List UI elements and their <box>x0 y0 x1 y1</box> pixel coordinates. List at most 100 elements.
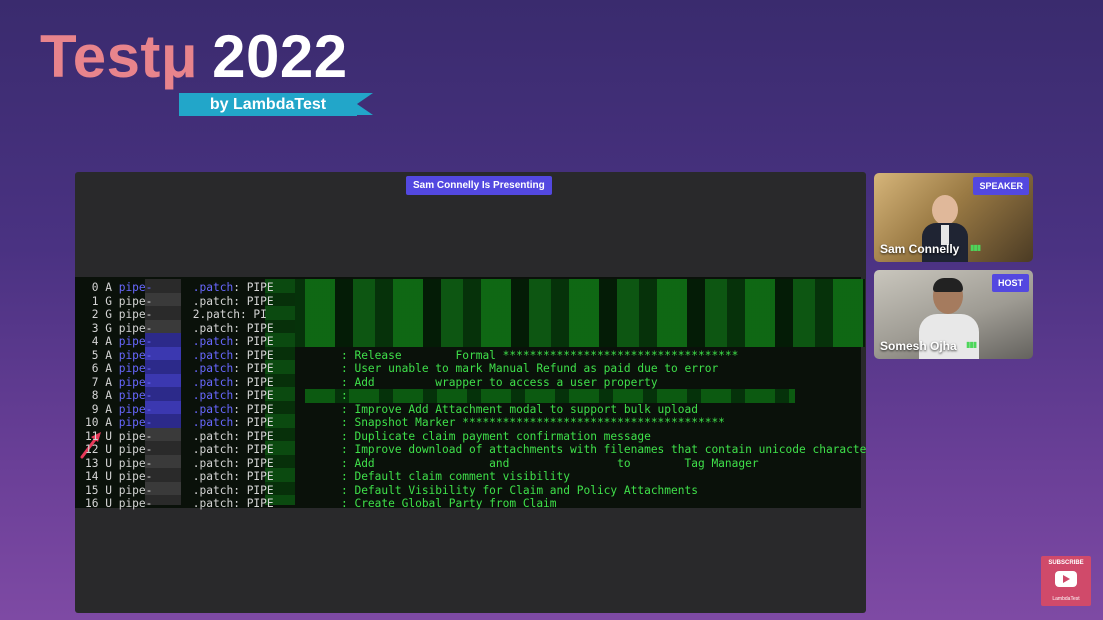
terminal-line: 8 A pipe- .patch: PIPE : <box>85 389 348 403</box>
patch-prefix: pipe- <box>118 389 153 402</box>
patch-tag: : PIPE <box>233 456 274 470</box>
terminal-line: 11 U pipe- .patch: PIPE : Duplicate clai… <box>85 430 651 444</box>
patch-prefix: pipe- <box>118 483 153 497</box>
patch-tag: : PIPE <box>233 402 274 416</box>
line-status: G <box>98 294 119 308</box>
participant-tile-host[interactable]: HOST Somesh Ojha ▮▮▮ <box>874 270 1033 359</box>
line-number: 12 <box>85 443 99 456</box>
patch-tag: : PIPE <box>233 335 274 348</box>
terminal-line: 7 A pipe- .patch: PIPE : Add wrapper to … <box>85 376 658 390</box>
patch-tag: : PIPE <box>233 416 274 429</box>
line-number: 11 <box>85 429 99 443</box>
event-logo: Testμ 2022 by LambdaTest <box>40 22 373 122</box>
patch-description: : Release Formal ***********************… <box>273 348 739 362</box>
line-number: 10 <box>85 416 99 429</box>
patch-description: : Snapshot Marker **********************… <box>273 416 725 429</box>
terminal-line: 4 A pipe- .patch: PIPE <box>85 335 274 349</box>
patch-suffix: .patch <box>152 456 234 470</box>
terminal-line: 6 A pipe- .patch: PIPE : User unable to … <box>85 362 718 376</box>
participant-tile-speaker[interactable]: SPEAKER Sam Connelly ▮▮▮ <box>874 173 1033 262</box>
terminal-line: 10 A pipe- .patch: PIPE : Snapshot Marke… <box>85 416 725 430</box>
patch-tag: : PIPE <box>233 389 274 402</box>
patch-suffix: .patch <box>152 348 234 362</box>
patch-tag: : PIPE <box>233 321 274 335</box>
patch-prefix: pipe- <box>118 443 153 456</box>
patch-tag: : PIPE <box>233 429 274 443</box>
patch-prefix: pipe- <box>118 470 153 483</box>
patch-description: : Add wrapper to access a user property <box>273 375 658 389</box>
subscribe-label: SUBSCRIBE <box>1048 560 1084 566</box>
line-status: G <box>98 321 119 335</box>
patch-suffix: .patch <box>152 429 234 443</box>
line-number: 9 <box>85 402 99 416</box>
line-number: 1 <box>85 294 99 308</box>
line-number: 8 <box>85 389 99 402</box>
channel-name: LambdaTest <box>1052 596 1080 602</box>
patch-description: : Improve Add Attachment modal to suppor… <box>273 402 698 416</box>
patch-suffix: .patch <box>152 362 234 375</box>
patch-prefix: pipe- <box>118 497 153 510</box>
line-number: 14 <box>85 470 99 483</box>
patch-suffix: .patch <box>152 483 234 497</box>
line-status: U <box>98 483 119 497</box>
line-number: 4 <box>85 335 99 348</box>
screen-share-stage[interactable]: Sam Connelly Is Presenting 0 A pipe- .pa… <box>75 172 866 613</box>
terminal-line: 2 G pipe- 2.patch: PI <box>85 308 267 322</box>
patch-prefix: pipe- <box>118 335 153 348</box>
patch-prefix: pipe- <box>118 362 153 375</box>
patch-tag: : PIPE <box>233 497 274 510</box>
line-status: A <box>98 348 119 362</box>
patch-suffix: .patch <box>152 402 234 416</box>
audio-level-icon: ▮▮▮ <box>970 243 981 252</box>
line-status: G <box>98 308 119 321</box>
line-status: U <box>98 497 119 510</box>
terminal-line: 15 U pipe- .patch: PIPE : Default Visibi… <box>85 484 698 498</box>
line-number: 3 <box>85 321 99 335</box>
terminal-line: 13 U pipe- .patch: PIPE : Add and to Tag… <box>85 457 759 471</box>
patch-suffix: .patch <box>152 375 234 389</box>
logo-brand: Testμ <box>40 23 199 90</box>
line-number: 16 <box>85 497 99 510</box>
patch-suffix: 2.patch <box>152 308 240 321</box>
censored-region <box>305 389 795 403</box>
patch-prefix: pipe- <box>118 308 153 321</box>
patch-tag: : PIPE <box>233 281 274 294</box>
patch-description: : Default Visibility for Claim and Polic… <box>273 483 698 497</box>
terminal-line: 12 U pipe- .patch: PIPE : Improve downlo… <box>85 443 866 457</box>
patch-description: : Duplicate claim payment confirmation m… <box>273 429 651 443</box>
patch-description: : <box>273 389 348 402</box>
terminal-line: 3 G pipe- .patch: PIPE <box>85 322 274 336</box>
host-badge: HOST <box>991 274 1029 292</box>
line-status: A <box>98 402 119 416</box>
line-status: U <box>98 456 119 470</box>
line-status: A <box>98 362 119 375</box>
patch-description: : Improve download of attachments with f… <box>273 443 866 456</box>
patch-suffix: .patch <box>152 321 234 335</box>
patch-description: : Create Global Party from Claim <box>273 497 557 510</box>
subscribe-button[interactable]: SUBSCRIBE LambdaTest <box>1041 556 1091 606</box>
audio-level-icon: ▮▮▮ <box>966 340 977 349</box>
line-number: 5 <box>85 348 99 362</box>
patch-description: : User unable to mark Manual Refund as p… <box>273 362 719 375</box>
terminal-line: 0 A pipe- .patch: PIPE <box>85 281 274 295</box>
line-status: U <box>98 470 119 483</box>
terminal-window: 0 A pipe- .patch: PIPE 1 G pipe- .patch:… <box>75 277 866 510</box>
patch-prefix: pipe- <box>118 348 153 362</box>
line-number: 0 <box>85 281 99 294</box>
patch-tag: : PIPE <box>233 362 274 375</box>
patch-description: : Default claim comment visibility <box>273 470 571 483</box>
patch-description: : Add and to Tag Manager <box>273 456 759 470</box>
censored-region <box>265 279 865 347</box>
line-status: A <box>98 389 119 402</box>
terminal-line: 1 G pipe- .patch: PIPE <box>85 295 274 309</box>
patch-suffix: .patch <box>152 470 234 483</box>
patch-prefix: pipe- <box>118 456 153 470</box>
logo-ribbon: by LambdaTest <box>179 93 373 116</box>
line-number: 7 <box>85 375 99 389</box>
patch-tag: : PIPE <box>233 483 274 497</box>
logo-title: Testμ 2022 <box>40 22 348 92</box>
patch-suffix: .patch <box>152 416 234 429</box>
line-status: U <box>98 429 119 443</box>
patch-suffix: .patch <box>152 294 234 308</box>
patch-tag: : PIPE <box>233 470 274 483</box>
